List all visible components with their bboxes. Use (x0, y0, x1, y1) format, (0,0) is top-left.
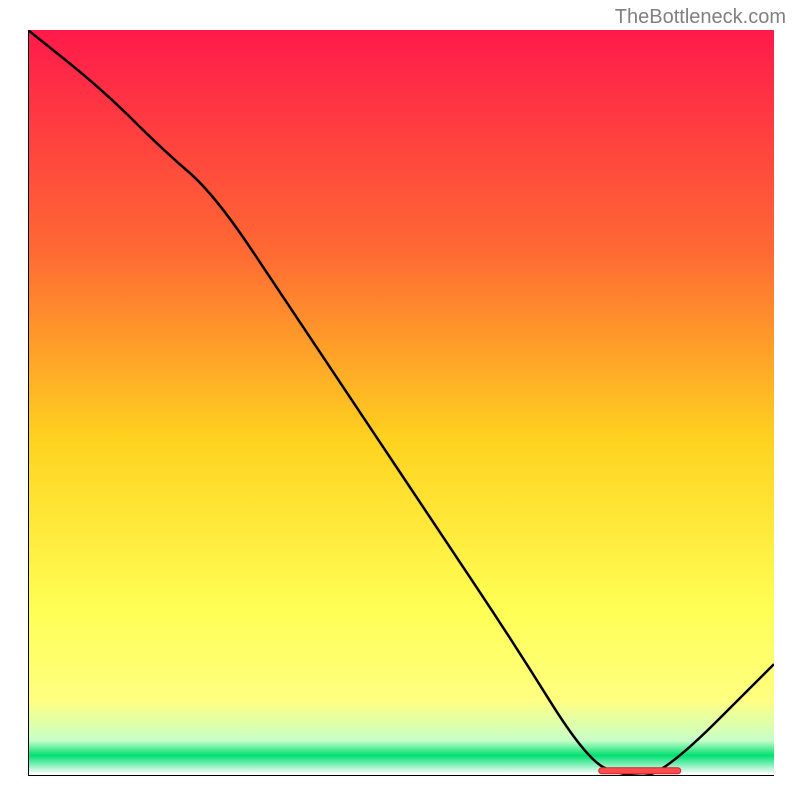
watermark-text: TheBottleneck.com (615, 6, 786, 29)
chart-container: TheBottleneck.com (0, 0, 800, 800)
gradient-background (28, 30, 774, 774)
optimal-marker (599, 768, 681, 774)
chart-plot (28, 30, 774, 776)
